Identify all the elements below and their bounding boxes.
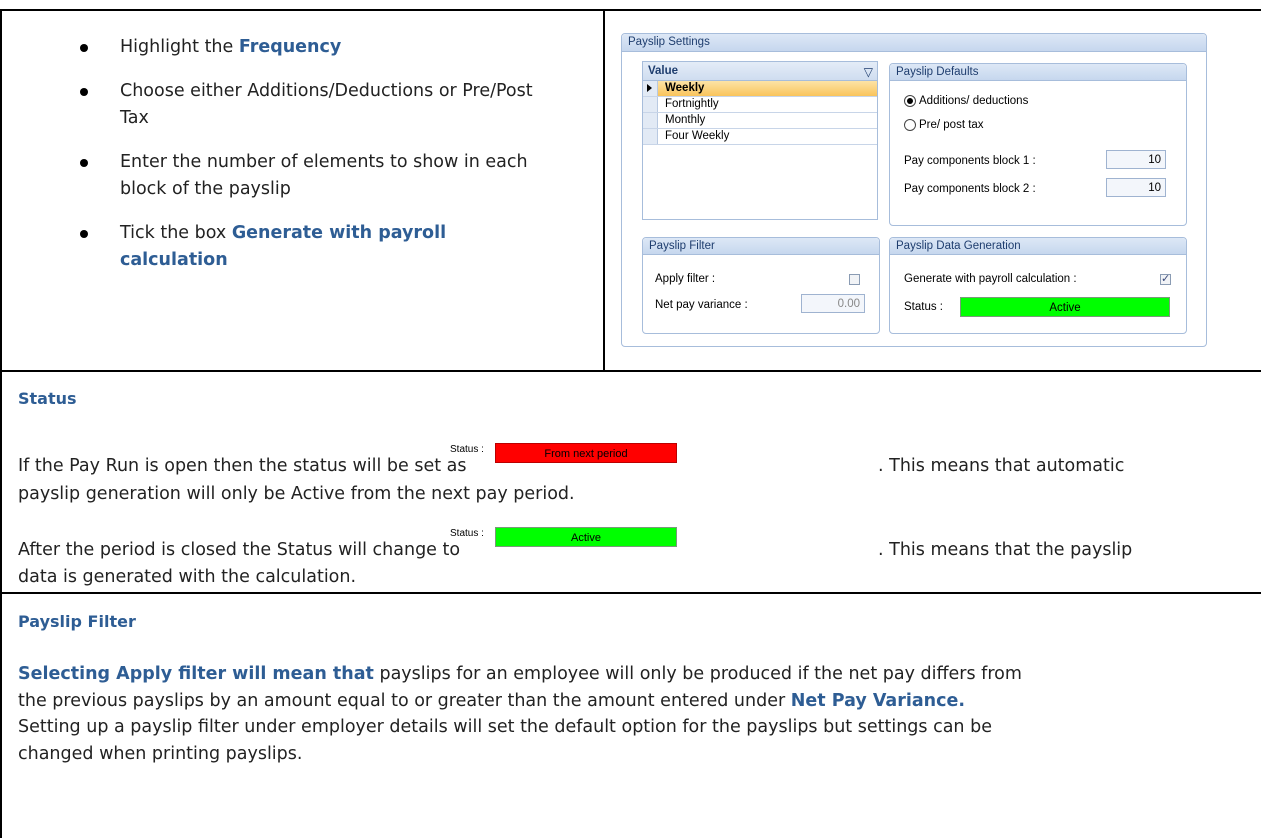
status-from-next-period-badge: From next period [495,443,677,463]
filter-bold-text: Net Pay Variance. [790,691,966,711]
apply-filter-label: Apply filter : [655,273,716,285]
document-page: Highlight the Frequency Choose either Ad… [0,0,1261,838]
status-paragraph1-line2: payslip generation will only be Active f… [18,484,575,504]
grid-row-label: Monthly [665,114,706,126]
bullet-text: Tick the box [120,223,232,243]
row-indicator-icon [643,81,658,96]
inline-status-label: Status : [450,528,484,539]
bullet-item: Tick the box Generate with payroll calcu… [80,220,550,274]
filter-funnel-icon[interactable]: ▽ [864,63,873,81]
status-active-badge: Active [495,527,677,547]
table-border-top [0,9,1261,11]
bullet-text: Enter the number of elements to show in … [120,152,528,199]
radio-unselected-icon [904,119,916,131]
grid-row-weekly[interactable]: Weekly [643,81,877,97]
status-paragraph2-end: . This means that the payslip [878,540,1133,560]
table-border-row1 [0,370,1261,372]
grid-row-label: Fortnightly [665,98,719,110]
bullet-item: Choose either Additions/Deductions or Pr… [80,78,550,132]
radio-label: Additions/ deductions [919,95,1029,108]
bullet-icon [80,44,88,52]
frequency-grid: Value ▽ Weekly Fortnightly Monthly Four … [642,61,878,220]
bullet-text: Highlight the [120,37,239,57]
block1-input[interactable]: 10 [1106,150,1166,169]
radio-additions-deductions[interactable]: Additions/ deductions [904,95,1028,107]
grid-row-label: Weekly [665,82,705,94]
payslip-data-generation-group: Payslip Data Generation Generate with pa… [889,237,1187,334]
payslip-filter-title: Payslip Filter [643,238,879,255]
bullet-icon [80,159,88,167]
payslip-defaults-group: Payslip Defaults Additions/ deductions P… [889,63,1187,226]
filter-text: payslips for an employee will only be pr… [373,664,1022,684]
net-pay-variance-label: Net pay variance : [655,299,748,311]
grid-row-fortnightly[interactable]: Fortnightly [643,97,877,113]
bullet-item: Enter the number of elements to show in … [80,149,550,203]
row-gutter [643,113,658,128]
generate-with-payroll-label: Generate with payroll calculation : [904,273,1077,285]
payslip-data-generation-title: Payslip Data Generation [890,238,1186,255]
grid-header-label: Value [648,65,679,77]
grid-row-four-weekly[interactable]: Four Weekly [643,129,877,145]
table-border-left [0,9,2,838]
radio-pre-post-tax[interactable]: Pre/ post tax [904,119,984,131]
grid-row-label: Four Weekly [665,130,730,142]
bullet-item: Highlight the Frequency [80,34,550,61]
payslip-filter-heading: Payslip Filter [18,612,136,631]
bullet-bold-text: Frequency [238,37,342,57]
row-gutter [643,129,658,144]
status-paragraph2-line2: data is generated with the calculation. [18,567,357,587]
block2-input[interactable]: 10 [1106,178,1166,197]
grid-header: Value ▽ [643,62,877,81]
status-label: Status : [904,301,943,313]
apply-filter-checkbox[interactable] [849,274,860,285]
status-active-badge: Active [960,297,1170,317]
filter-paragraph-line4: changed when printing payslips. [18,744,303,764]
block1-label: Pay components block 1 : [904,155,1036,167]
filter-paragraph-line3: Setting up a payslip filter under employ… [18,717,992,737]
payslip-settings-panel: Payslip Settings Value ▽ Weekly Fortnigh… [621,33,1207,347]
instruction-list: Highlight the Frequency Choose either Ad… [80,34,550,291]
block2-label: Pay components block 2 : [904,183,1036,195]
status-paragraph1-start: If the Pay Run is open then the status w… [18,456,467,476]
status-heading: Status [18,389,77,408]
table-border-row2 [0,592,1261,594]
grid-row-monthly[interactable]: Monthly [643,113,877,129]
generate-with-payroll-checkbox[interactable] [1160,272,1171,285]
radio-label: Pre/ post tax [919,119,984,132]
filter-bold-text: Selecting Apply filter will mean that [18,664,374,684]
payslip-filter-group: Payslip Filter Apply filter : Net pay va… [642,237,880,334]
payslip-defaults-title: Payslip Defaults [890,64,1186,81]
row-gutter [643,97,658,112]
radio-selected-icon [904,95,916,107]
payslip-settings-title: Payslip Settings [622,34,1206,52]
filter-text: the previous payslips by an amount equal… [18,691,791,711]
filter-paragraph-line1: Selecting Apply filter will mean that pa… [18,661,1022,688]
status-paragraph1-end: . This means that automatic [878,456,1125,476]
net-pay-variance-input[interactable]: 0.00 [801,294,865,313]
bullet-text: Choose either Additions/Deductions or Pr… [120,81,533,128]
bullet-icon [80,88,88,96]
status-paragraph2-start: After the period is closed the Status wi… [18,540,461,560]
inline-status-label: Status : [450,444,484,455]
filter-paragraph-line2: the previous payslips by an amount equal… [18,688,965,715]
table-border-middle [603,9,605,371]
bullet-icon [80,230,88,238]
